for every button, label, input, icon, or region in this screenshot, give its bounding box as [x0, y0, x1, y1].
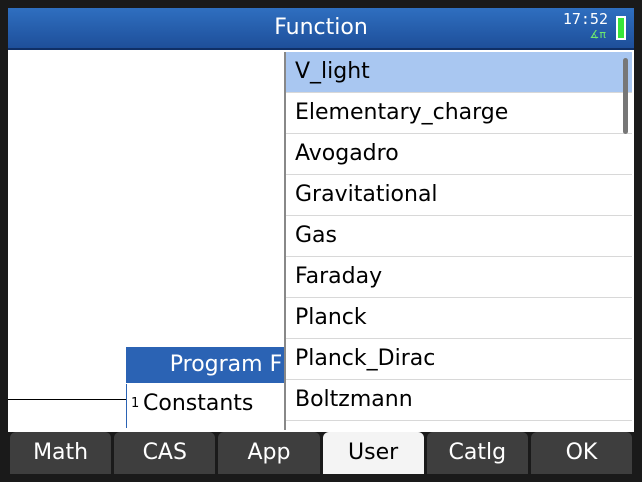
- constant-item[interactable]: Planck_Dirac: [286, 339, 632, 380]
- calculator-screen: Function 17:52 ∡π Program F 1 Constants …: [8, 8, 634, 474]
- item-label: Constants: [143, 391, 254, 416]
- divider-line: [8, 399, 126, 400]
- constant-item[interactable]: Faraday: [286, 257, 632, 298]
- app-title: Function: [274, 15, 368, 40]
- constants-list[interactable]: V_light Elementary_charge Avogadro Gravitat…: [284, 52, 632, 430]
- battery-icon: [616, 16, 626, 40]
- angle-mode-icon: ∡π: [589, 28, 606, 41]
- menu-user-button[interactable]: User: [322, 432, 424, 474]
- clock: 17:52: [562, 10, 608, 28]
- menu-ok-button[interactable]: OK: [530, 432, 633, 474]
- menu-app-button[interactable]: App: [218, 432, 320, 474]
- constant-item[interactable]: Boltzmann: [286, 380, 632, 421]
- item-number: 1: [131, 396, 140, 411]
- constant-item[interactable]: Gravitational: [286, 175, 632, 216]
- menu-math-button[interactable]: Math: [10, 432, 112, 474]
- constant-item[interactable]: Gas: [286, 216, 632, 257]
- constant-item[interactable]: Avogadro: [286, 134, 632, 175]
- constant-item[interactable]: Planck: [286, 298, 632, 339]
- menu-cas-button[interactable]: CAS: [114, 432, 216, 474]
- menu-catlg-button[interactable]: Catlg: [426, 432, 528, 474]
- constant-item[interactable]: Elementary_charge: [286, 93, 632, 134]
- scrollbar[interactable]: [623, 58, 628, 134]
- constant-item[interactable]: V_light: [286, 52, 632, 93]
- title-bar: Function 17:52 ∡π: [8, 8, 634, 50]
- soft-menu-bar: Math CAS App User Catlg OK: [8, 432, 634, 474]
- constant-item[interactable]: Stefan_Boltzmann: [286, 421, 632, 430]
